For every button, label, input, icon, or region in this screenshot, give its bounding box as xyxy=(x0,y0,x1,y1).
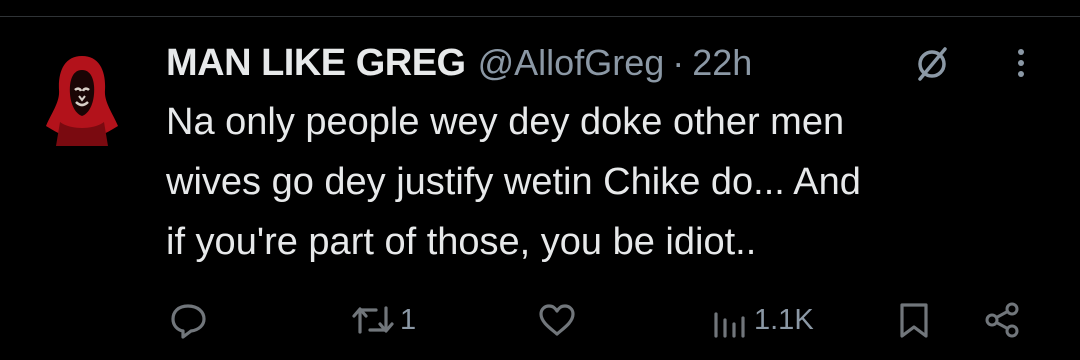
bookmark-icon xyxy=(896,300,932,340)
views-button[interactable]: 1.1K xyxy=(710,300,814,340)
separator-dot: · xyxy=(672,42,685,83)
share-icon xyxy=(982,300,1022,340)
like-icon xyxy=(536,300,578,340)
retweet-icon xyxy=(350,300,396,340)
tweet-header: MAN LIKE GREG @AllofGreg · 22h xyxy=(166,38,1066,88)
grok-icon[interactable] xyxy=(912,43,952,83)
top-divider xyxy=(0,16,1080,17)
user-handle[interactable]: @AllofGreg xyxy=(478,42,665,84)
tweet-text-line: if you're part of those, you be idiot.. xyxy=(166,221,757,263)
views-icon xyxy=(710,300,750,340)
retweet-count: 1 xyxy=(400,303,417,336)
share-button[interactable] xyxy=(982,300,1022,340)
display-name[interactable]: MAN LIKE GREG xyxy=(166,42,466,85)
like-button[interactable] xyxy=(536,300,578,340)
reply-button[interactable] xyxy=(168,300,208,340)
tweet-text: Na only people wey dey doke other men wi… xyxy=(166,92,1056,272)
bookmark-button[interactable] xyxy=(896,300,932,340)
tweet-text-line: Na only people wey dey doke other men xyxy=(166,101,845,143)
timestamp[interactable]: 22h xyxy=(692,42,752,84)
reply-icon xyxy=(168,300,208,340)
retweet-button[interactable]: 1 xyxy=(350,300,416,340)
tweet-text-line: wives go dey justify wetin Chike do... A… xyxy=(166,161,861,203)
views-count: 1.1K xyxy=(754,303,814,336)
more-options-icon[interactable] xyxy=(1006,45,1036,81)
avatar[interactable] xyxy=(42,50,122,150)
